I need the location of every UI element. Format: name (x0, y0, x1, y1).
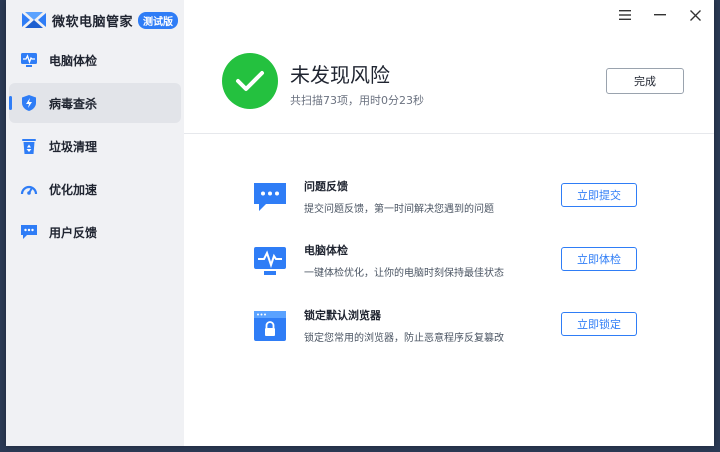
app-logo-icon (22, 12, 46, 28)
result-title: 未发现风险 (290, 63, 390, 87)
sidebar-item-label: 垃圾清理 (49, 139, 98, 154)
feature-title: 电脑体检 (304, 244, 348, 257)
browser-lock-icon (252, 309, 288, 345)
sidebar: 微软电脑管家 测试版 电脑体检 病毒查杀 垃圾清理 优化加速 用户反馈 (6, 0, 184, 446)
list-item-feedback: 问题反馈 提交问题反馈，第一时间解决您遇到的问题 立即提交 (252, 178, 652, 218)
submit-feedback-button[interactable]: 立即提交 (561, 183, 637, 207)
speedometer-icon (20, 180, 38, 198)
brand: 微软电脑管家 测试版 (21, 10, 179, 30)
sidebar-item-feedback[interactable]: 用户反馈 (9, 212, 181, 252)
feature-desc: 一键体检优化，让你的电脑时刻保持最佳状态 (304, 268, 504, 279)
scan-result-header: 未发现风险 共扫描73项，用时0分23秒 完成 (184, 0, 714, 134)
beta-badge: 测试版 (138, 11, 179, 29)
result-summary: 共扫描73项，用时0分23秒 (290, 94, 424, 107)
success-check-icon (222, 53, 278, 109)
feature-desc: 提交问题反馈，第一时间解决您遇到的问题 (304, 204, 494, 215)
sidebar-item-speedup[interactable]: 优化加速 (9, 169, 181, 209)
lock-browser-button[interactable]: 立即锁定 (561, 312, 637, 336)
feature-title: 锁定默认浏览器 (304, 309, 381, 322)
start-checkup-button[interactable]: 立即体检 (561, 247, 637, 271)
recycle-bin-icon (20, 137, 38, 155)
list-item-checkup: 电脑体检 一键体检优化，让你的电脑时刻保持最佳状态 立即体检 (252, 242, 652, 282)
sidebar-item-label: 电脑体检 (49, 53, 98, 68)
feedback-chat-icon (252, 180, 288, 216)
sidebar-item-checkup[interactable]: 电脑体检 (9, 40, 181, 80)
monitor-pulse-icon (20, 51, 38, 69)
chat-bubble-icon (20, 223, 38, 241)
feature-desc: 锁定您常用的浏览器，防止恶意程序反复篡改 (304, 333, 504, 344)
sidebar-item-label: 病毒查杀 (49, 96, 98, 111)
app-window: 微软电脑管家 测试版 电脑体检 病毒查杀 垃圾清理 优化加速 用户反馈 未发现风… (6, 0, 714, 446)
sidebar-nav: 电脑体检 病毒查杀 垃圾清理 优化加速 用户反馈 (6, 40, 184, 255)
app-name: 微软电脑管家 (52, 14, 134, 30)
sidebar-item-virus-scan[interactable]: 病毒查杀 (9, 83, 181, 123)
main-panel: 未发现风险 共扫描73项，用时0分23秒 完成 问题反馈 提交问题反馈，第一时间… (184, 0, 714, 446)
sidebar-item-label: 用户反馈 (49, 225, 98, 240)
shield-bolt-icon (20, 94, 38, 112)
feature-title: 问题反馈 (304, 180, 348, 193)
list-item-lock-browser: 锁定默认浏览器 锁定您常用的浏览器，防止恶意程序反复篡改 立即锁定 (252, 307, 652, 347)
sidebar-item-label: 优化加速 (49, 182, 98, 197)
done-button[interactable]: 完成 (606, 68, 684, 94)
sidebar-item-junk-cleanup[interactable]: 垃圾清理 (9, 126, 181, 166)
monitor-pulse-icon (252, 244, 288, 280)
